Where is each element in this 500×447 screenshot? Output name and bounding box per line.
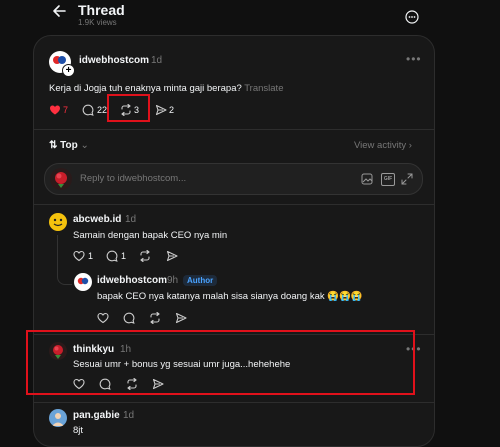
- post-more-icon[interactable]: •••: [406, 52, 422, 66]
- follow-plus-icon[interactable]: +: [62, 64, 75, 77]
- heart-icon[interactable]: [97, 312, 109, 324]
- heart-icon[interactable]: [73, 250, 85, 262]
- comment-icon[interactable]: [123, 312, 135, 324]
- gif-icon[interactable]: GIF: [381, 173, 395, 186]
- page-title: Thread: [78, 2, 125, 18]
- share-icon[interactable]: [155, 104, 167, 116]
- avatar: [50, 168, 72, 190]
- post-username[interactable]: idwebhostcom: [79, 55, 149, 66]
- highlight-box-comment: [26, 330, 415, 395]
- thread-line: [57, 235, 58, 275]
- view-count: 1.9K views: [78, 18, 117, 27]
- heart-icon[interactable]: [49, 104, 61, 116]
- repost-icon[interactable]: [149, 312, 161, 324]
- reply-input[interactable]: Reply to idwebhostcom...: [80, 173, 186, 184]
- avatar[interactable]: [49, 213, 67, 231]
- post-text: Kerja di Jogja tuh enaknya minta gaji be…: [49, 83, 284, 94]
- chevron-down-icon: ⌄: [80, 140, 89, 151]
- back-arrow-icon[interactable]: [51, 3, 67, 19]
- sort-arrows-icon: ⇅: [49, 140, 58, 151]
- divider: [34, 204, 434, 205]
- translate-link[interactable]: Translate: [244, 83, 283, 94]
- like-count: 1: [88, 251, 94, 261]
- divider: [34, 402, 434, 403]
- share-icon[interactable]: [166, 250, 178, 262]
- share-count: 2: [169, 105, 175, 115]
- repost-icon[interactable]: [139, 250, 151, 262]
- comment-time: 9h: [167, 275, 179, 286]
- comment-username[interactable]: pan.gabie: [73, 410, 120, 421]
- view-activity-link[interactable]: View activity ›: [354, 140, 412, 151]
- more-options-icon[interactable]: [405, 10, 419, 24]
- reply-count: 22: [97, 105, 108, 115]
- like-count: 7: [63, 105, 69, 115]
- comment-time: 1d: [125, 214, 137, 225]
- comment-icon[interactable]: [106, 250, 118, 262]
- avatar[interactable]: [49, 409, 67, 427]
- comment-username[interactable]: idwebhostcom: [97, 275, 167, 286]
- comment-time: 1d: [123, 410, 135, 421]
- sort-dropdown[interactable]: ⇅ Top ⌄: [49, 140, 89, 151]
- comment-text: Samain dengan bapak CEO nya min: [73, 230, 228, 241]
- divider: [34, 129, 434, 130]
- image-icon[interactable]: [361, 173, 373, 185]
- chevron-right-icon: ›: [408, 140, 412, 151]
- reply-box[interactable]: Reply to idwebhostcom... GIF: [44, 163, 423, 195]
- comment-username[interactable]: abcweb.id: [73, 214, 121, 225]
- comment-text: bapak CEO nya katanya malah sisa sianya …: [97, 291, 363, 302]
- thread-line: [57, 274, 72, 285]
- highlight-box-repost: [107, 94, 150, 122]
- post-time: 1d: [151, 55, 163, 66]
- reply-count: 1: [121, 251, 127, 261]
- share-icon[interactable]: [175, 312, 187, 324]
- expand-icon[interactable]: [401, 173, 413, 185]
- author-badge: Author: [183, 275, 218, 286]
- avatar[interactable]: [74, 273, 92, 291]
- comment-text: 8jt: [73, 425, 84, 436]
- comment-icon[interactable]: [82, 104, 94, 116]
